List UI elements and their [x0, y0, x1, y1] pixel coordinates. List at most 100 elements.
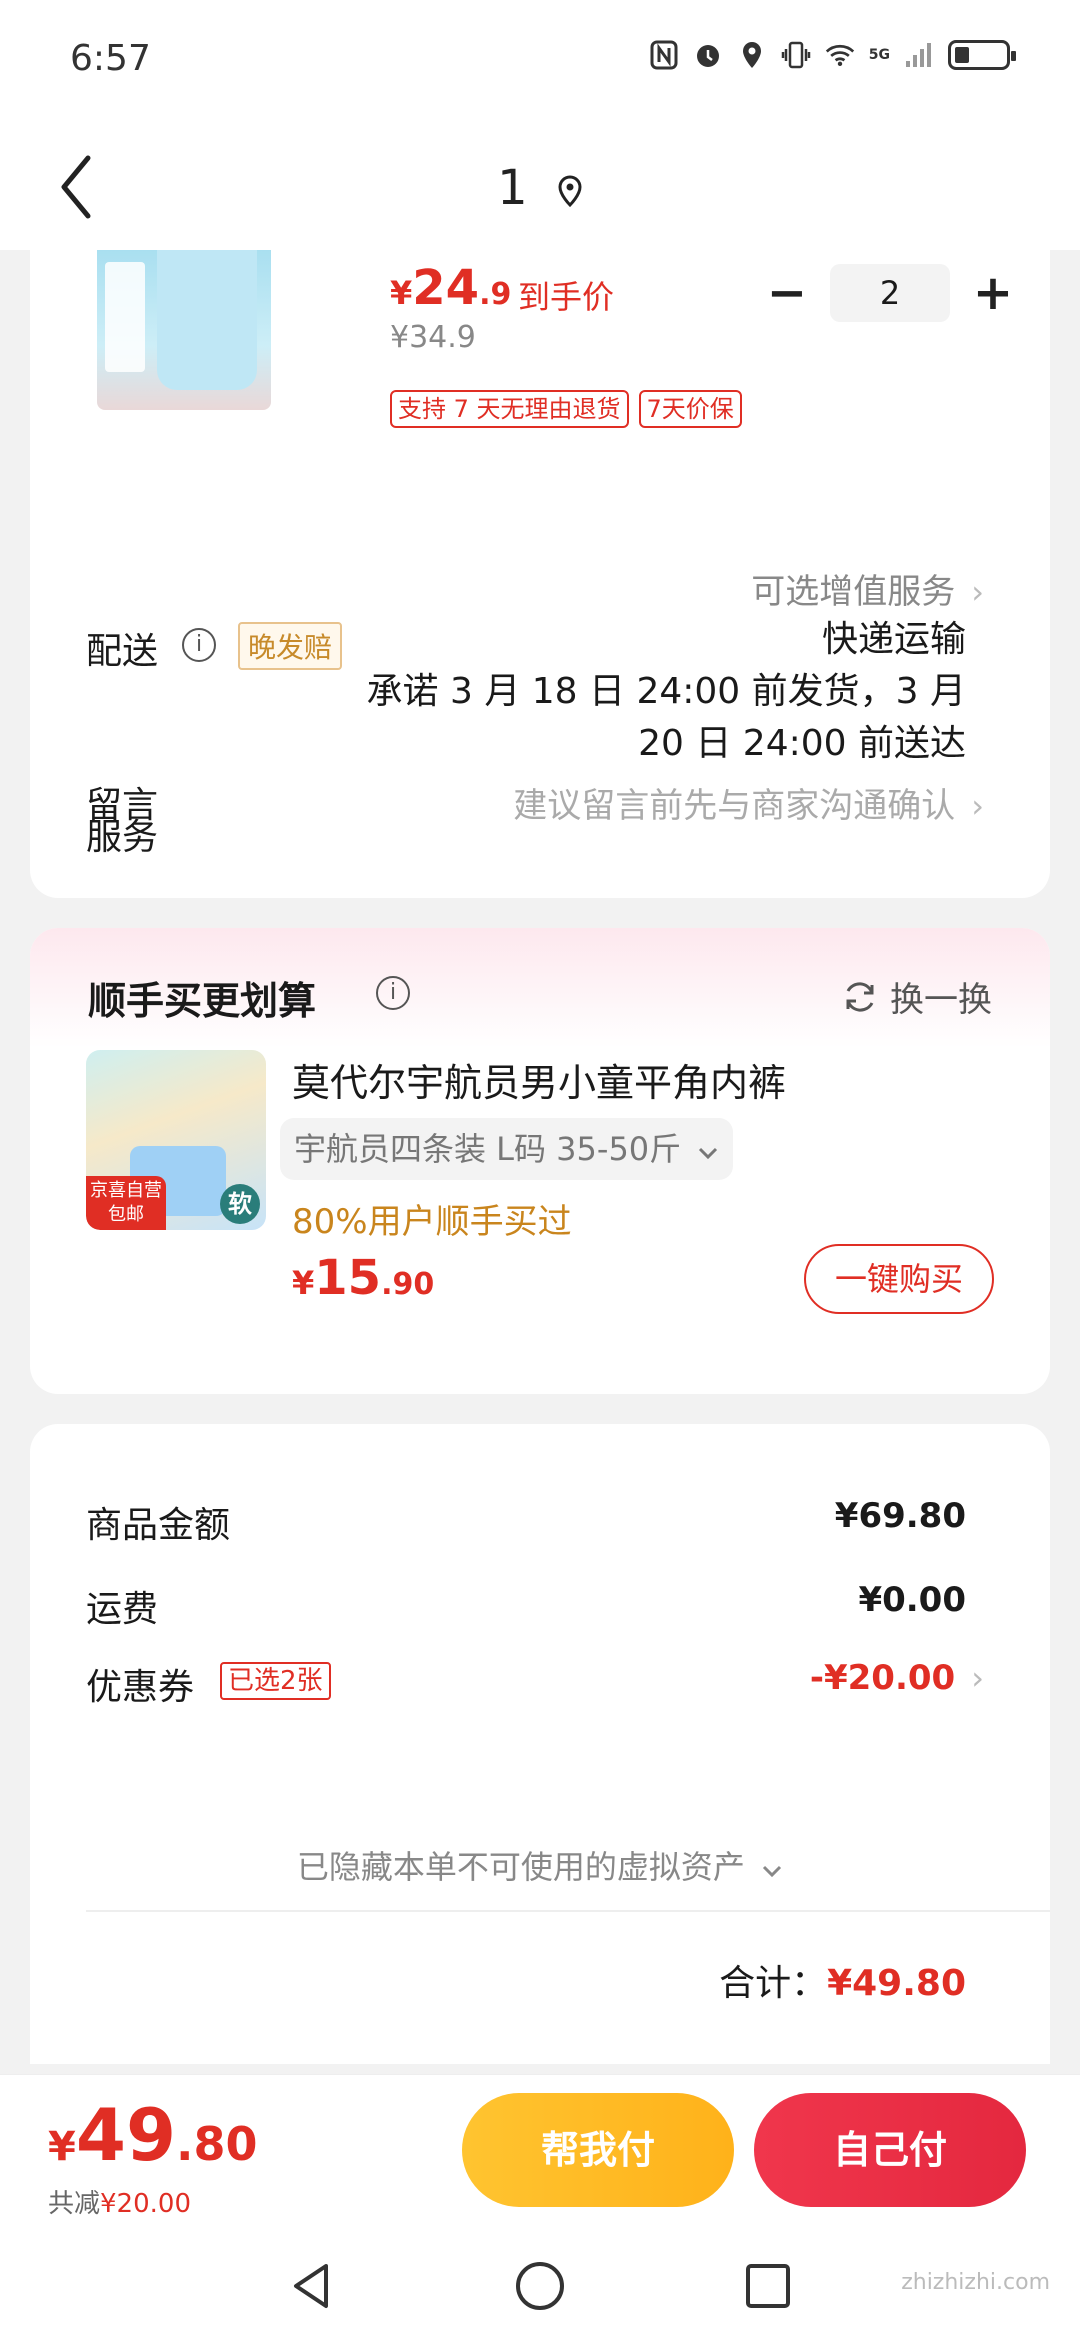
- order-total: 合计：¥49.80: [719, 1954, 966, 2006]
- quantity-stepper: − 2 +: [758, 264, 1022, 322]
- status-bar: 6:57 5G: [0, 0, 1080, 120]
- location-icon: [737, 40, 767, 70]
- pay-myself-button[interactable]: 自己付: [754, 2093, 1026, 2207]
- quantity-input[interactable]: 2: [830, 264, 950, 322]
- price-decimal: .90: [381, 1267, 435, 1302]
- saved-amount: 共减¥20.00: [48, 2183, 191, 2220]
- upsell-spec-label: 宇航员四条装 L码 35-50斤: [294, 1130, 682, 1168]
- message-label: 留言: [86, 785, 159, 826]
- coupon-value: -¥20.00 ›: [810, 1658, 984, 1698]
- product-jacket-graphic: [157, 250, 257, 390]
- price-integer: 15: [314, 1250, 382, 1306]
- coupon-label: 优惠券: [86, 1667, 195, 1708]
- upsell-product-image[interactable]: 京喜自营 包邮 软: [86, 1050, 266, 1230]
- original-price: ¥34.9: [390, 320, 476, 355]
- shipping-value: ¥0.00: [858, 1580, 966, 1620]
- message-placeholder: 建议留言前先与商家沟通确认: [513, 786, 956, 826]
- total-label: 合计：: [719, 1963, 828, 2004]
- price-integer: 24: [412, 260, 480, 316]
- payable-amount: ¥49.80: [48, 2093, 258, 2177]
- checkout-bar: ¥49.80 共减¥20.00 帮我付 自己付: [0, 2074, 1080, 2230]
- nfc-icon: [649, 40, 679, 70]
- alarm-icon: [693, 40, 723, 70]
- chevron-right-icon: ›: [971, 1659, 984, 1697]
- delivery-label: 配送: [86, 631, 159, 672]
- upsell-card: 顺手买更划算 i 换一换 京喜自营 包邮 软 莫代尔宇航员男小童平角内裤 宇航员…: [30, 928, 1050, 1394]
- watermark: zhizhizhi.com: [901, 2270, 1050, 2295]
- delivery-promise-line2: 20 日 24:00 前送达: [638, 723, 966, 764]
- order-item-card: ¥24.9 到手价 ¥34.9 支持 7 天无理由退货 7天价保 − 2 + 服…: [30, 250, 1050, 898]
- upsell-title: 顺手买更划算: [88, 979, 317, 1023]
- product-tag-graphic: [105, 262, 145, 372]
- vibrate-icon: [781, 40, 811, 70]
- coupon-selected-badge: 已选2张: [220, 1662, 331, 1700]
- coupon-amount: -¥20.00: [809, 1658, 956, 1698]
- nav-recents-button[interactable]: [738, 2256, 798, 2316]
- network-type-label: 5G: [868, 47, 890, 63]
- one-click-buy-button[interactable]: 一键购买: [804, 1244, 994, 1314]
- service-row[interactable]: 可选增值服务 ›: [751, 564, 984, 613]
- price-protect-badge: 7天价保: [638, 390, 742, 428]
- swap-button[interactable]: 换一换: [842, 972, 992, 1021]
- price-summary-card: 商品金额 ¥69.80 运费 ¥0.00 优惠券 已选2张 -¥20.00 › 已…: [30, 1424, 1050, 2064]
- circle-home-icon: [516, 2262, 564, 2310]
- square-recents-icon: [746, 2264, 790, 2308]
- wifi-icon: [825, 40, 855, 70]
- refresh-icon: [846, 981, 874, 1012]
- final-price-label: 到手价: [518, 278, 615, 316]
- signal-icon: [904, 40, 934, 70]
- triangle-back-icon: [294, 2264, 328, 2308]
- battery-icon: [948, 40, 1016, 70]
- address-title[interactable]: 1: [0, 160, 1080, 219]
- upsell-price: ¥15.90: [292, 1250, 434, 1306]
- upsell-spec-selector[interactable]: 宇航员四条装 L码 35-50斤: [280, 1118, 734, 1180]
- goods-amount-label: 商品金额: [86, 1505, 231, 1546]
- delivery-method: 快递运输: [821, 619, 966, 660]
- nav-home-button[interactable]: [510, 2256, 570, 2316]
- product-price: ¥24.9: [390, 260, 511, 316]
- coupon-row[interactable]: 优惠券 已选2张 -¥20.00 ›: [30, 1658, 1050, 1708]
- saved-value: ¥20.00: [100, 2189, 191, 2219]
- upsell-product-name[interactable]: 莫代尔宇航员男小童平角内裤: [292, 1052, 786, 1107]
- late-compensation-badge: 晚发赔: [238, 622, 343, 670]
- chevron-right-icon: ›: [971, 573, 984, 611]
- hidden-assets-label: 已隐藏本单不可使用的虚拟资产: [296, 1848, 745, 1886]
- return-policy-badge: 支持 7 天无理由退货: [390, 390, 629, 428]
- increase-quantity-button[interactable]: +: [964, 264, 1022, 322]
- price-currency: ¥: [292, 1264, 315, 1302]
- price-decimal: .80: [176, 2117, 258, 2171]
- nav-back-button[interactable]: [282, 2256, 342, 2316]
- price-currency: ¥: [390, 274, 413, 312]
- status-icons: 5G: [649, 40, 1016, 70]
- info-icon[interactable]: i: [182, 628, 216, 662]
- divider: [86, 1910, 1050, 1912]
- saved-label: 共减: [48, 2189, 101, 2219]
- delivery-detail[interactable]: 快递运输 承诺 3 月 18 日 24:00 前发货，3 月 20 日 24:0…: [367, 614, 966, 770]
- delivery-promise-line1: 承诺 3 月 18 日 24:00 前发货，3 月: [366, 671, 966, 712]
- info-icon[interactable]: i: [376, 976, 410, 1010]
- price-decimal: .9: [479, 277, 512, 312]
- product-image[interactable]: [97, 250, 271, 410]
- upsell-purchase-rate: 80%用户顺手买过: [292, 1202, 572, 1242]
- system-nav-bar: zhizhizhi.com: [0, 2230, 1080, 2340]
- product-badges: 支持 7 天无理由退货 7天价保: [390, 390, 742, 428]
- jd-free-shipping-badge: 京喜自营 包邮: [86, 1176, 166, 1230]
- goods-amount-value: ¥69.80: [834, 1496, 966, 1536]
- help-me-pay-button[interactable]: 帮我付: [462, 2093, 734, 2207]
- price-currency: ¥: [48, 2124, 76, 2170]
- chevron-down-icon: [699, 1147, 718, 1160]
- chevron-right-icon: ›: [971, 787, 984, 825]
- chevron-down-icon: [763, 1865, 782, 1878]
- shipping-label: 运费: [86, 1589, 159, 1630]
- total-value: ¥49.80: [827, 1963, 966, 2004]
- page-title: 1: [497, 160, 528, 216]
- page-header: 1: [0, 120, 1080, 250]
- swap-label: 换一换: [890, 980, 992, 1020]
- service-value: 可选增值服务: [751, 572, 956, 612]
- message-field[interactable]: 建议留言前先与商家沟通确认 ›: [513, 778, 984, 827]
- decrease-quantity-button[interactable]: −: [758, 264, 816, 322]
- location-pin-icon: [557, 163, 583, 219]
- hidden-assets-toggle[interactable]: 已隐藏本单不可使用的虚拟资产: [30, 1842, 1050, 1888]
- soft-badge: 软: [220, 1184, 260, 1224]
- price-integer: 49: [75, 2093, 177, 2177]
